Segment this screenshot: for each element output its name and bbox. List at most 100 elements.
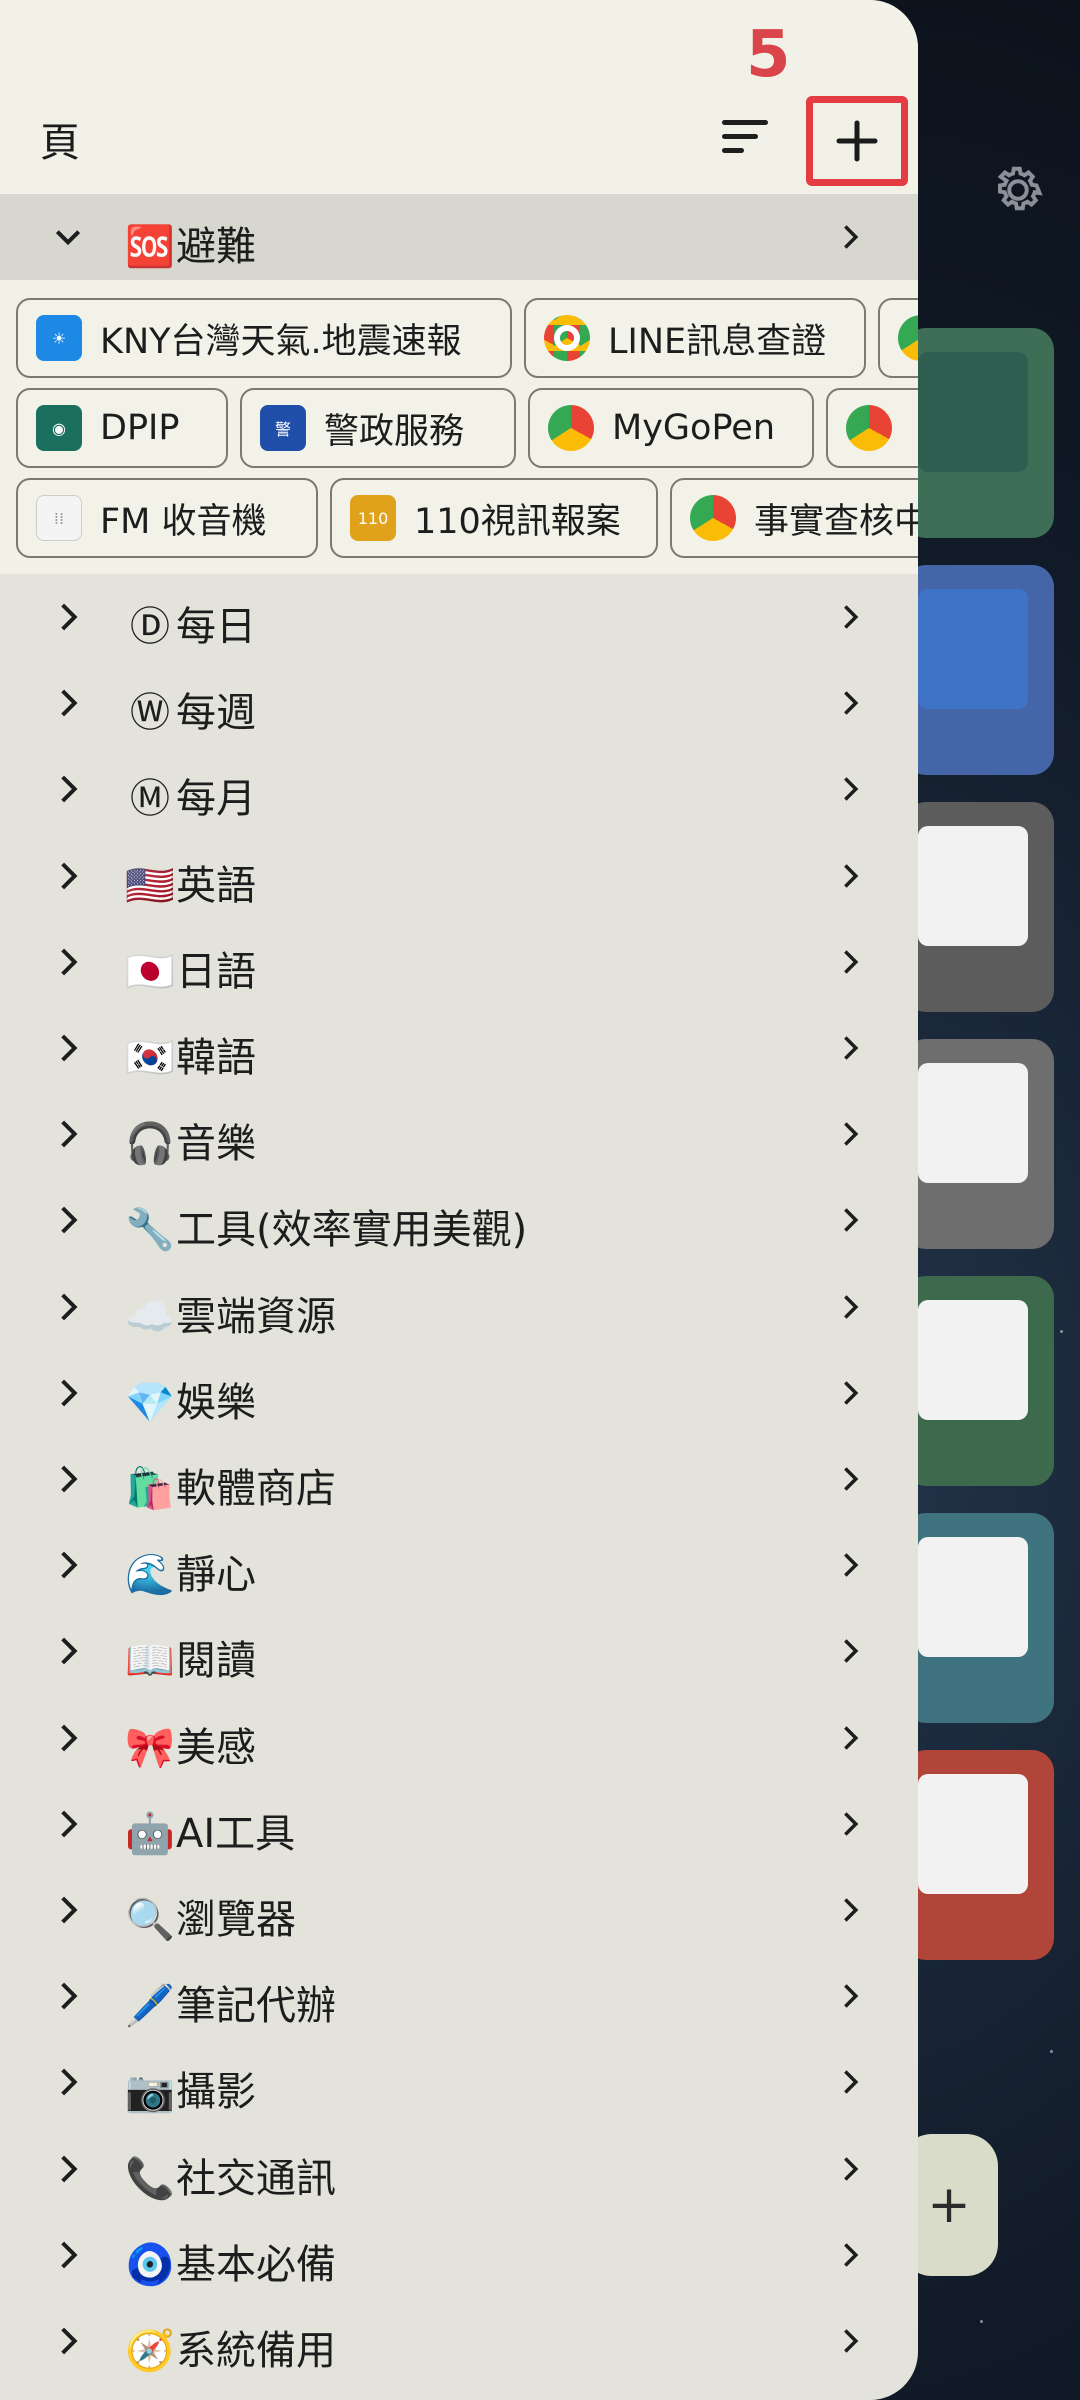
chevron-right-icon[interactable] (52, 2153, 84, 2185)
chevron-right-icon[interactable] (52, 1291, 84, 1323)
category-row[interactable]: 🇰🇷韓語 (0, 1005, 918, 1091)
chevron-right-icon[interactable] (836, 1982, 864, 2010)
app-widget[interactable] (904, 1513, 1054, 1723)
app-widget[interactable] (904, 565, 1054, 775)
chevron-right-icon[interactable] (836, 1810, 864, 1838)
chip-mygopen[interactable]: MyGoPen (528, 388, 814, 468)
chevron-right-icon[interactable] (836, 1206, 864, 1234)
chevron-right-icon[interactable] (52, 1980, 84, 2012)
category-row[interactable]: Ⓦ 每週 (0, 660, 918, 746)
expanded-group-sos[interactable]: 🆘避難 (0, 194, 918, 280)
category-row[interactable]: 🖊️筆記代辦 (0, 1953, 918, 2039)
chevron-right-icon[interactable] (52, 1722, 84, 1754)
app-widget[interactable] (904, 328, 1054, 538)
chevron-right-icon[interactable] (836, 2327, 864, 2355)
chip-kny-weather[interactable]: ☀ KNY台灣天氣.地震速報 (16, 298, 512, 378)
category-row[interactable]: 🤖AI工具 (0, 1781, 918, 1867)
chevron-right-icon[interactable] (52, 1118, 84, 1150)
chevron-right-icon[interactable] (836, 1724, 864, 1752)
category-emoji: 🛍️ (125, 1466, 175, 1512)
chrome-icon (898, 315, 918, 361)
chip-fact-check[interactable]: 事實查核中 (670, 478, 918, 558)
chevron-right-icon[interactable] (836, 1637, 864, 1665)
category-row[interactable]: 📷攝影 (0, 2039, 918, 2125)
chevron-right-icon[interactable] (52, 1635, 84, 1667)
category-emoji: 🇺🇸 (125, 863, 175, 909)
chevron-right-icon[interactable] (836, 689, 864, 717)
chevron-right-icon[interactable] (52, 1894, 84, 1926)
chevron-right-icon[interactable] (52, 1032, 84, 1064)
category-label: 💎娛樂 (124, 1370, 256, 1428)
category-label: ☁️雲端資源 (124, 1284, 336, 1342)
chip-police[interactable]: 警 警政服務 (240, 388, 516, 468)
chevron-right-icon[interactable] (52, 2325, 84, 2357)
category-row[interactable]: 📞社交通訊 (0, 2126, 918, 2212)
chevron-right-icon[interactable] (836, 603, 864, 631)
chevron-right-icon[interactable] (836, 1465, 864, 1493)
chevron-right-icon[interactable] (52, 1549, 84, 1581)
chevron-down-icon (55, 230, 81, 246)
category-name: 閱讀 (176, 1638, 256, 1684)
category-row[interactable]: 🇯🇵日語 (0, 919, 918, 1005)
app-widget[interactable] (904, 1750, 1054, 1960)
chevron-right-icon[interactable] (52, 1463, 84, 1495)
chip-partial[interactable] (878, 298, 918, 378)
category-label: 🤖AI工具 (124, 1801, 295, 1859)
category-name: 每月 (176, 776, 256, 822)
chip-partial[interactable] (826, 388, 918, 468)
category-label: 🔧工具(效率實用美觀) (124, 1197, 527, 1255)
chevron-right-icon[interactable] (52, 601, 84, 633)
category-row[interactable]: 🎧音樂 (0, 1091, 918, 1177)
category-row[interactable]: 🔧工具(效率實用美觀) (0, 1177, 918, 1263)
category-row[interactable]: 💎娛樂 (0, 1350, 918, 1436)
category-row[interactable]: 🛍️軟體商店 (0, 1436, 918, 1522)
category-row[interactable]: 📖閱讀 (0, 1608, 918, 1694)
add-page-button[interactable] (806, 96, 908, 186)
plus-icon (836, 120, 878, 162)
category-emoji: 💎 (125, 1380, 175, 1426)
category-label: 🎧音樂 (124, 1111, 256, 1169)
chip-line-verify[interactable]: LINE訊息查證 (524, 298, 866, 378)
app-widget[interactable] (904, 1276, 1054, 1486)
chevron-right-icon[interactable] (836, 1293, 864, 1321)
chevron-right-icon[interactable] (52, 1204, 84, 1236)
chevron-right-icon[interactable] (52, 946, 84, 978)
category-row[interactable]: ☁️雲端資源 (0, 1264, 918, 1350)
chevron-right-icon[interactable] (52, 2066, 84, 2098)
chevron-right-icon[interactable] (52, 687, 84, 719)
category-row[interactable]: Ⓓ 每日 (0, 574, 918, 660)
chevron-right-icon[interactable] (836, 775, 864, 803)
chevron-right-icon[interactable] (52, 860, 84, 892)
chevron-right-icon[interactable] (52, 2239, 84, 2271)
chevron-right-icon[interactable] (836, 2241, 864, 2269)
category-row[interactable]: 🌊靜心 (0, 1522, 918, 1608)
category-row[interactable]: Ⓜ 每月 (0, 746, 918, 832)
chip-110-video[interactable]: 110 110視訊報案 (330, 478, 658, 558)
category-emoji: 🇰🇷 (125, 1035, 175, 1081)
category-row[interactable]: 🎀美感 (0, 1695, 918, 1781)
chevron-right-icon[interactable] (836, 1896, 864, 1924)
category-label: 🇰🇷韓語 (124, 1025, 256, 1083)
app-widget[interactable] (904, 802, 1054, 1012)
chevron-right-icon[interactable] (836, 1379, 864, 1407)
chevron-right-icon[interactable] (52, 1377, 84, 1409)
category-row[interactable]: 🧿基本必備 (0, 2212, 918, 2298)
chevron-right-icon (844, 225, 859, 249)
chevron-right-icon[interactable] (836, 1120, 864, 1148)
chevron-right-icon[interactable] (836, 862, 864, 890)
chevron-right-icon[interactable] (52, 1808, 84, 1840)
settings-gear-icon[interactable] (988, 160, 1048, 220)
chevron-right-icon[interactable] (836, 1034, 864, 1062)
chevron-right-icon[interactable] (836, 1551, 864, 1579)
category-row[interactable]: 🧭系統備用 (0, 2298, 918, 2384)
chip-dpip[interactable]: ◉ DPIP (16, 388, 228, 468)
chevron-right-icon[interactable] (836, 948, 864, 976)
chevron-right-icon[interactable] (52, 773, 84, 805)
category-row[interactable]: 🇺🇸英語 (0, 833, 918, 919)
chevron-right-icon[interactable] (836, 2155, 864, 2183)
chip-fm-radio[interactable]: ⁞⁞ FM 收音機 (16, 478, 318, 558)
sort-button[interactable] (722, 106, 788, 166)
category-row[interactable]: 🔍瀏覽器 (0, 1867, 918, 1953)
chevron-right-icon[interactable] (836, 2068, 864, 2096)
app-widget[interactable] (904, 1039, 1054, 1249)
